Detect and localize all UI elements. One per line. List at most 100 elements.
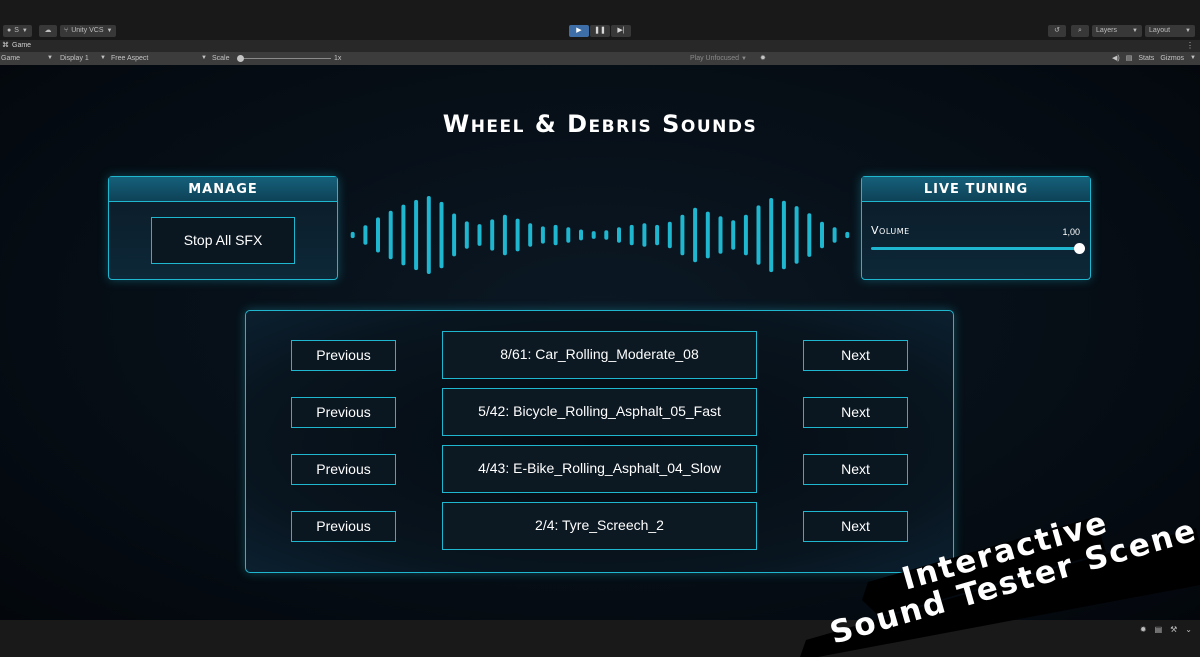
chevron-down-icon: ▼: [1132, 28, 1138, 34]
account-dropdown[interactable]: ● S ▼: [3, 25, 32, 37]
vcs-label: Unity VCS: [71, 27, 104, 34]
scale-slider-handle[interactable]: [237, 55, 244, 62]
chevron-down-icon: ▼: [21, 28, 28, 34]
chevron-down-icon: ▼: [100, 55, 106, 61]
chevron-down-icon[interactable]: ▼: [1190, 52, 1196, 65]
volume-slider-handle[interactable]: [1073, 243, 1085, 254]
waveform-bar: [845, 231, 850, 239]
stop-all-sfx-button[interactable]: Stop All SFX: [151, 217, 295, 264]
waveform-bar: [553, 224, 558, 246]
account-label: S: [14, 27, 19, 34]
previous-button[interactable]: Previous: [291, 454, 396, 485]
display-dropdown[interactable]: Display 1 ▼: [60, 52, 106, 65]
waveform-bar: [718, 216, 723, 254]
previous-button[interactable]: Previous: [291, 397, 396, 428]
sound-row: Previous 2/4: Tyre_Screech_2 Next: [246, 502, 955, 550]
previous-button[interactable]: Previous: [291, 511, 396, 542]
manage-header: MANAGE: [109, 177, 337, 202]
gizmos-button[interactable]: Gizmos: [1160, 52, 1184, 65]
waveform-bar: [591, 231, 596, 239]
layers-dropdown[interactable]: Layers ▼: [1092, 25, 1142, 37]
chevron-down-icon: ▼: [47, 55, 53, 61]
stack-icon[interactable]: ▤: [1155, 625, 1163, 634]
waveform-bar: [363, 225, 368, 245]
volume-value: 1,00: [1062, 227, 1080, 237]
speaker-icon[interactable]: ◀): [1112, 52, 1120, 65]
sound-row: Previous 8/61: Car_Rolling_Moderate_08 N…: [246, 331, 955, 379]
waveform-bar: [655, 224, 660, 246]
page-title: Wheel & Debris Sounds: [442, 110, 758, 138]
play-icon[interactable]: ▶: [569, 25, 589, 37]
next-button[interactable]: Next: [803, 397, 908, 428]
waveform-bar: [464, 221, 469, 249]
waveform-bar: [426, 196, 431, 274]
scale-label: Scale: [212, 55, 230, 62]
waveform-bar: [667, 221, 672, 249]
search-icon[interactable]: ⌕: [1071, 25, 1089, 37]
chevron-down-icon: ▼: [201, 55, 207, 61]
previous-button[interactable]: Previous: [291, 340, 396, 371]
bug-icon[interactable]: ✹: [760, 52, 766, 65]
waveform-bar: [528, 223, 533, 247]
manage-panel: MANAGE Stop All SFX: [108, 176, 338, 280]
waveform-bar: [439, 201, 444, 269]
play-mode-dropdown[interactable]: Play Unfocused ▼: [690, 52, 747, 65]
next-button[interactable]: Next: [803, 340, 908, 371]
waveform-bar: [401, 204, 406, 266]
waveform-bar: [781, 200, 786, 270]
step-icon[interactable]: ▶|: [611, 25, 631, 37]
waveform-bar: [566, 227, 571, 243]
view-type-dropdown[interactable]: Game ▼: [1, 52, 53, 65]
kebab-menu-icon[interactable]: ⋮: [1186, 40, 1194, 52]
resolution-icon[interactable]: ▤: [1126, 52, 1133, 65]
waveform-bar: [807, 213, 812, 257]
aspect-dropdown[interactable]: Free Aspect ▼: [111, 52, 207, 65]
bug-icon[interactable]: ✹: [1140, 625, 1147, 634]
layout-dropdown[interactable]: Layout ▼: [1145, 25, 1195, 37]
waveform-bar: [502, 214, 507, 256]
stats-button[interactable]: Stats: [1138, 52, 1154, 65]
sound-selector-panel: Previous 8/61: Car_Rolling_Moderate_08 N…: [245, 310, 954, 573]
waveform-bar: [350, 231, 355, 239]
sound-row: Previous 5/42: Bicycle_Rolling_Asphalt_0…: [246, 388, 955, 436]
waveform-bar: [376, 217, 380, 253]
vcs-dropdown[interactable]: ⑂ Unity VCS ▼: [60, 25, 117, 37]
account-icon: ●: [7, 27, 12, 34]
cloud-icon[interactable]: ☁: [39, 25, 57, 37]
live-tuning-header: LIVE TUNING: [862, 177, 1090, 202]
wrench-icon[interactable]: ⚒: [1170, 625, 1177, 634]
tab-game-label: Game: [12, 42, 32, 49]
sound-name-display: 8/61: Car_Rolling_Moderate_08: [442, 331, 757, 379]
vcs-icon: ⑂: [64, 27, 69, 34]
status-bar: ✹ ▤ ⚒ ⌄: [0, 620, 1200, 657]
tab-game[interactable]: ⌘ Game: [2, 40, 31, 52]
view-type-label: Game: [1, 55, 21, 62]
waveform-bar: [515, 218, 520, 252]
waveform-bar: [629, 224, 634, 246]
next-button[interactable]: Next: [803, 511, 908, 542]
layout-label: Layout: [1149, 27, 1171, 34]
volume-label: Volume: [871, 224, 910, 237]
volume-slider-track[interactable]: [871, 247, 1079, 250]
waveform-bar: [604, 230, 609, 240]
live-tuning-panel: LIVE TUNING Volume 1,00: [861, 176, 1091, 280]
waveform-bar: [388, 210, 393, 260]
waveform-bar: [832, 227, 837, 243]
history-icon[interactable]: ↺: [1048, 25, 1066, 37]
chevron-down-icon: ▼: [740, 56, 747, 62]
waveform-bar: [490, 219, 495, 251]
pause-icon[interactable]: ❚❚: [590, 25, 610, 37]
waveform-bar: [769, 198, 774, 273]
waveform-bar: [477, 224, 482, 246]
sound-name-display: 2/4: Tyre_Screech_2: [442, 502, 757, 550]
waveform-bar: [794, 206, 799, 264]
waveform-bar: [642, 223, 647, 247]
next-button[interactable]: Next: [803, 454, 908, 485]
waveform-visualizer: [350, 196, 850, 274]
scale-slider-track[interactable]: [241, 58, 331, 59]
layers-label: Layers: [1096, 27, 1118, 34]
chevron-down-icon: ▼: [1185, 28, 1191, 34]
waveform-bar: [705, 211, 710, 259]
chevron-down-icon: ▼: [106, 28, 113, 34]
chevron-down-icon[interactable]: ⌄: [1185, 625, 1192, 634]
